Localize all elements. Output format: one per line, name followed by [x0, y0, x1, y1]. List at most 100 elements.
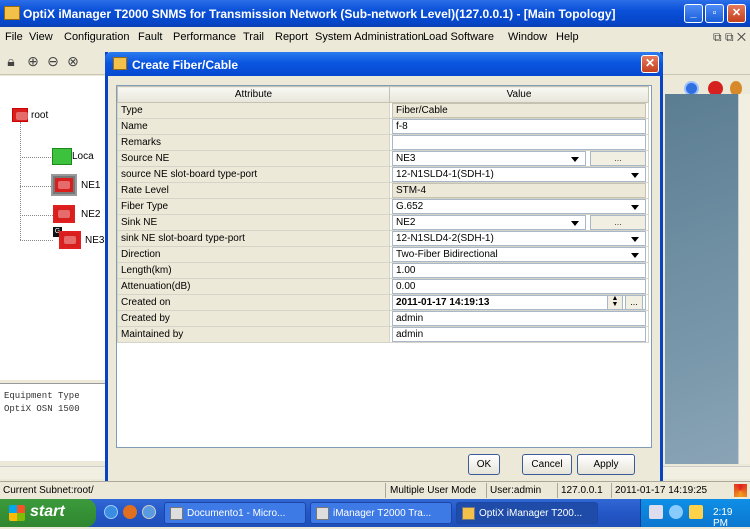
created-on-browse-button[interactable]: ... — [625, 295, 643, 310]
start-button[interactable]: start — [0, 499, 96, 527]
mdi-controls-icon[interactable]: ⧉ ⧉ ✕ — [713, 30, 746, 45]
rate-level-value: STM-4 — [392, 183, 646, 198]
table-row: Remarks — [117, 134, 649, 151]
task-optix-imanager[interactable]: OptiX iManager T200... — [456, 502, 598, 524]
attr-created-by: Created by — [117, 310, 390, 327]
volume-tray-icon[interactable] — [669, 505, 683, 519]
topology-map[interactable] — [665, 94, 738, 464]
attr-name: Name — [117, 118, 390, 135]
table-row: Name f-8 — [117, 118, 649, 135]
attenuation-field[interactable]: 0.00 — [392, 279, 646, 294]
table-row: Length(km) 1.00 — [117, 262, 649, 279]
ie-quicklaunch-icon[interactable] — [104, 505, 118, 519]
type-value: Fiber/Cable — [392, 103, 646, 118]
ne1-icon[interactable] — [53, 176, 75, 194]
menu-help[interactable]: Help — [556, 31, 579, 43]
firefox-quicklaunch-icon[interactable] — [123, 505, 137, 519]
direction-select[interactable]: Two-Fiber Bidirectional — [392, 247, 646, 262]
task-word-document[interactable]: Documento1 - Micro... — [164, 502, 306, 524]
equipment-info-panel: Equipment Type OptiX OSN 1500 — [0, 383, 120, 461]
lock-icon[interactable]: 🔒︎ — [2, 52, 20, 70]
dialog-close-button[interactable]: ✕ — [641, 55, 659, 73]
vertical-scrollbar[interactable] — [738, 94, 750, 464]
browser-quicklaunch-icon[interactable] — [142, 505, 156, 519]
attr-source-ne: Source NE — [117, 150, 390, 167]
menu-performance[interactable]: Performance — [173, 31, 236, 43]
attr-remarks: Remarks — [117, 134, 390, 151]
created-on-spinner[interactable]: ▲ ▼ — [607, 295, 623, 310]
table-row: Sink NE NE2... — [117, 214, 649, 231]
minimize-button[interactable]: _ — [684, 4, 703, 23]
created-by-field[interactable]: admin — [392, 311, 646, 326]
zoom-out-icon[interactable]: ⊖ — [44, 52, 62, 70]
dialog-logo-icon — [113, 57, 127, 70]
local-ne-icon — [52, 148, 72, 165]
menu-system-administration[interactable]: System Administration — [315, 31, 424, 43]
table-row: Fiber Type G.652 — [117, 198, 649, 215]
tree-node-ne3[interactable]: NE3 — [85, 235, 104, 246]
source-ne-browse-button[interactable]: ... — [590, 151, 646, 166]
restore-button[interactable]: ▫ — [705, 4, 724, 23]
menu-trail[interactable]: Trail — [243, 31, 264, 43]
attr-direction: Direction — [117, 246, 390, 263]
table-row: Rate Level STM-4 — [117, 182, 649, 199]
server-ip: 127.0.0.1 — [561, 485, 603, 496]
fiber-type-select[interactable]: G.652 — [392, 199, 646, 214]
menu-report[interactable]: Report — [275, 31, 308, 43]
help-tray-icon[interactable] — [649, 505, 663, 519]
created-on-field[interactable]: 2011-01-17 14:19:13 — [396, 297, 489, 308]
tree-node-ne1[interactable]: NE1 — [81, 180, 100, 191]
cancel-button[interactable]: Cancel — [522, 454, 572, 475]
attribute-table: Attribute Value Type Fiber/Cable Name f-8 … — [116, 85, 652, 448]
apply-button[interactable]: Apply — [577, 454, 635, 475]
network-tray-icon[interactable] — [689, 505, 703, 519]
zoom-fit-icon[interactable]: ⊗ — [64, 52, 82, 70]
table-row: Source NE NE3... — [117, 150, 649, 167]
name-field[interactable]: f-8 — [392, 119, 646, 134]
length-field[interactable]: 1.00 — [392, 263, 646, 278]
attr-sink-ne: Sink NE — [117, 214, 390, 231]
table-row: Maintained by admin — [117, 326, 649, 343]
task-imanager-trail[interactable]: iManager T2000 Tra... — [310, 502, 452, 524]
table-row: Created by admin — [117, 310, 649, 327]
tree-node-local[interactable]: Loca — [72, 151, 94, 162]
ne3-icon[interactable] — [59, 231, 81, 249]
close-button[interactable]: ✕ — [727, 4, 746, 23]
sink-port-select[interactable]: 12-N1SLD4-2(SDH-1) — [392, 231, 646, 246]
menu-fault[interactable]: Fault — [138, 31, 162, 43]
table-row: Type Fiber/Cable — [117, 102, 649, 119]
remarks-field[interactable] — [392, 135, 646, 150]
app-logo-icon — [4, 6, 20, 20]
menu-view[interactable]: View — [29, 31, 53, 43]
ne2-icon[interactable] — [53, 205, 75, 223]
source-port-select[interactable]: 12-N1SLD4-1(SDH-1) — [392, 167, 646, 182]
tree-node-root[interactable]: root — [31, 110, 48, 121]
current-subnet: Current Subnet:root/ — [3, 485, 94, 496]
menu-load-software[interactable]: Load Software — [423, 31, 494, 43]
current-user: User:admin — [490, 485, 542, 496]
menu-configuration[interactable]: Configuration — [64, 31, 129, 43]
window-title: OptiX iManager T2000 SNMS for Transmissi… — [23, 7, 616, 21]
menu-file[interactable]: File — [5, 31, 23, 43]
source-ne-select[interactable]: NE3 — [392, 151, 586, 166]
tree-node-ne2[interactable]: NE2 — [81, 209, 100, 220]
sink-ne-browse-button[interactable]: ... — [590, 215, 646, 230]
column-header-attribute[interactable]: Attribute — [117, 86, 390, 103]
logo-icon — [734, 484, 747, 497]
zoom-in-icon[interactable]: ⊕ — [24, 52, 42, 70]
root-icon — [12, 108, 28, 122]
maintained-by-field[interactable]: admin — [392, 327, 646, 342]
dialog-title: Create Fiber/Cable — [132, 58, 239, 72]
menu-bar: File View Configuration Fault Performanc… — [0, 27, 750, 47]
attr-maintained-by: Maintained by — [117, 326, 390, 343]
attr-fiber-type: Fiber Type — [117, 198, 390, 215]
main-titlebar: OptiX iManager T2000 SNMS for Transmissi… — [0, 0, 750, 27]
table-row: Attenuation(dB) 0.00 — [117, 278, 649, 295]
table-row: source NE slot-board type-port 12-N1SLD4-… — [117, 166, 649, 183]
table-row: sink NE slot-board type-port 12-N1SLD4-2(… — [117, 230, 649, 247]
ok-button[interactable]: OK — [468, 454, 500, 475]
column-header-value[interactable]: Value — [389, 86, 649, 103]
sink-ne-select[interactable]: NE2 — [392, 215, 586, 230]
menu-window[interactable]: Window — [508, 31, 547, 43]
word-icon — [170, 507, 183, 520]
